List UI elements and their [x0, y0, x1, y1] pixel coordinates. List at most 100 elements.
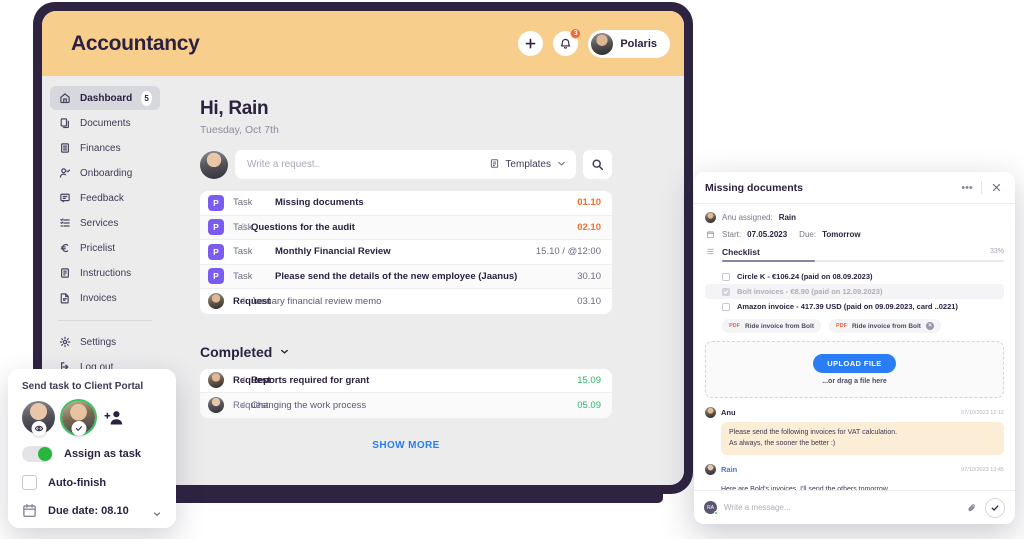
toggle-knob — [38, 447, 52, 461]
table-row[interactable]: Request 4 Reports required for grant 15.… — [200, 369, 612, 393]
sidebar-item-documents[interactable]: Documents — [50, 111, 160, 135]
request-bar: Write a request.. Templates — [200, 150, 612, 179]
assignee-row: Anu assigned: Rain — [705, 212, 1004, 223]
table-row[interactable]: P Task Monthly Financial Review 15.10 / … — [200, 240, 612, 265]
euro-icon — [58, 242, 71, 255]
assign-as-task-label: Assign as task — [64, 448, 142, 460]
checklist-item[interactable]: Bolt invoices - €8.90 (paid on 12.09.202… — [705, 284, 1004, 299]
send-button[interactable] — [985, 497, 1005, 518]
task-badge: P — [208, 219, 224, 236]
add-button[interactable] — [518, 31, 544, 56]
pdf-icon: PDF — [729, 323, 740, 329]
table-row[interactable]: P Task Missing documents 01.10 — [200, 191, 612, 216]
checkbox[interactable] — [722, 287, 730, 296]
task-comment-count: 3 — [241, 222, 247, 233]
user-menu[interactable]: Polaris — [588, 29, 670, 58]
sidebar-item-finances[interactable]: Finances — [50, 136, 160, 160]
show-more-button[interactable]: SHOW MORE — [200, 440, 612, 451]
task-title: January financial review memo — [251, 295, 382, 307]
attachment-chips: PDF Ride invoice from Bolt PDF Ride invo… — [694, 314, 1015, 333]
sidebar-item-services[interactable]: Services — [50, 211, 160, 235]
task-title: Reports required for grant — [251, 374, 370, 386]
sidebar-item-instructions[interactable]: Instructions — [50, 261, 160, 285]
task-comment-count: 4 — [241, 400, 247, 411]
task-date: 01.10 — [577, 197, 601, 209]
due-date-row[interactable]: Due date: 08.10 — [22, 503, 162, 518]
table-row[interactable]: P Task 3 Questions for the audit 02.10 — [200, 215, 612, 240]
sidebar-item-invoices[interactable]: Invoices — [50, 286, 160, 310]
app-title: Accountancy — [71, 31, 200, 55]
attachment-chip[interactable]: PDF Ride invoice from Bolt — [722, 319, 821, 333]
online-status-dot — [714, 511, 718, 515]
request-input-placeholder: Write a request.. — [247, 159, 321, 170]
table-row[interactable]: Request 4 Changing the work process 05.0… — [200, 393, 612, 418]
completed-section-header[interactable]: Completed — [200, 344, 684, 360]
message-text: Please send the following invoices for V… — [721, 422, 1004, 455]
sidebar-item-label: Finances — [80, 142, 121, 154]
message-input[interactable]: Write a message... — [724, 503, 959, 512]
message-text: Here are Bold's invoices, I'll send the … — [721, 479, 1004, 490]
documents-icon — [58, 117, 71, 130]
checklist-header: Checklist 33% — [705, 246, 1004, 257]
sidebar-item-label: Feedback — [80, 192, 124, 204]
calendar-icon — [705, 229, 716, 240]
template-icon — [489, 158, 500, 172]
assign-as-task-toggle[interactable] — [22, 446, 53, 462]
sidebar-item-pricelist[interactable]: Pricelist — [50, 236, 160, 260]
avatar-viewer[interactable] — [22, 401, 55, 436]
add-person-icon[interactable] — [102, 406, 126, 430]
task-title: Changing the work process — [251, 399, 367, 411]
table-row[interactable]: Request 3 January financial review memo … — [200, 289, 612, 314]
assigned-to: Rain — [778, 213, 797, 222]
sidebar-item-onboarding[interactable]: Onboarding — [50, 161, 160, 185]
avatar — [591, 32, 614, 55]
chevron-down-icon[interactable] — [152, 506, 162, 516]
onboarding-icon — [58, 167, 71, 180]
remove-icon[interactable]: × — [925, 322, 934, 330]
divider — [981, 181, 982, 194]
checkbox[interactable] — [722, 302, 730, 311]
avatar — [208, 397, 224, 414]
ellipsis-icon[interactable]: ••• — [959, 180, 975, 196]
close-icon[interactable] — [988, 180, 1004, 196]
sidebar-item-label: Onboarding — [80, 167, 133, 179]
sidebar-item-feedback[interactable]: Feedback — [50, 186, 160, 210]
checklist-item[interactable]: Amazon invoice - 417.39 USD (paid on 09.… — [705, 299, 1004, 314]
message-timestamp: 07/10/2023 12:12 — [961, 409, 1004, 416]
search-button[interactable] — [583, 150, 612, 179]
task-title: Missing documents — [275, 197, 364, 209]
invoices-icon — [58, 292, 71, 305]
check-icon — [991, 504, 999, 511]
checkbox[interactable] — [722, 272, 730, 281]
avatar-assignee[interactable] — [62, 401, 95, 436]
message-author: Anu — [721, 408, 736, 417]
checklist-label: Checklist — [722, 246, 760, 257]
message-composer: RA Write a message... — [694, 490, 1015, 524]
attachment-chip[interactable]: PDF Ride invoice from Bolt × — [828, 319, 941, 333]
paperclip-icon[interactable] — [966, 502, 978, 514]
checklist-item[interactable]: Circle K - €106.24 (paid on 08.09.2023) — [705, 269, 1004, 284]
send-task-popup: Send task to Client Portal Assign as tas… — [8, 369, 176, 528]
table-row[interactable]: P Task Please send the details of the ne… — [200, 264, 612, 289]
request-input[interactable]: Write a request.. Templates — [235, 150, 576, 179]
avatar-initials: RA — [707, 504, 714, 511]
upload-file-button[interactable]: UPLOAD FILE — [813, 354, 896, 373]
task-date: 02.10 — [577, 221, 601, 233]
message-header: Rain 07/10/2023 13:45 — [705, 464, 1004, 475]
auto-finish-label: Auto-finish — [48, 476, 107, 489]
start-label: Start: — [722, 230, 742, 239]
auto-finish-checkbox[interactable] — [22, 475, 37, 490]
app-header: Accountancy 3 Polaris — [42, 11, 684, 76]
templates-button[interactable]: Templates — [489, 158, 567, 172]
chevron-down-icon — [279, 344, 290, 360]
sidebar-item-settings[interactable]: Settings — [50, 330, 160, 354]
task-title: Questions for the audit — [251, 221, 355, 233]
pdf-icon: PDF — [835, 323, 847, 329]
sidebar-item-dashboard[interactable]: Dashboard 5 — [50, 86, 160, 110]
notifications-button[interactable]: 3 — [553, 28, 582, 56]
main-content: Hi, Rain Tuesday, Oct 7th Write a reques… — [168, 76, 684, 485]
due-date-label: Due date: 08.10 — [48, 504, 129, 517]
detail-panel-title: Missing documents — [705, 181, 804, 194]
file-upload-dropzone[interactable]: UPLOAD FILE ...or drag a file here — [705, 341, 1004, 398]
notification-badge: 3 — [570, 28, 582, 39]
